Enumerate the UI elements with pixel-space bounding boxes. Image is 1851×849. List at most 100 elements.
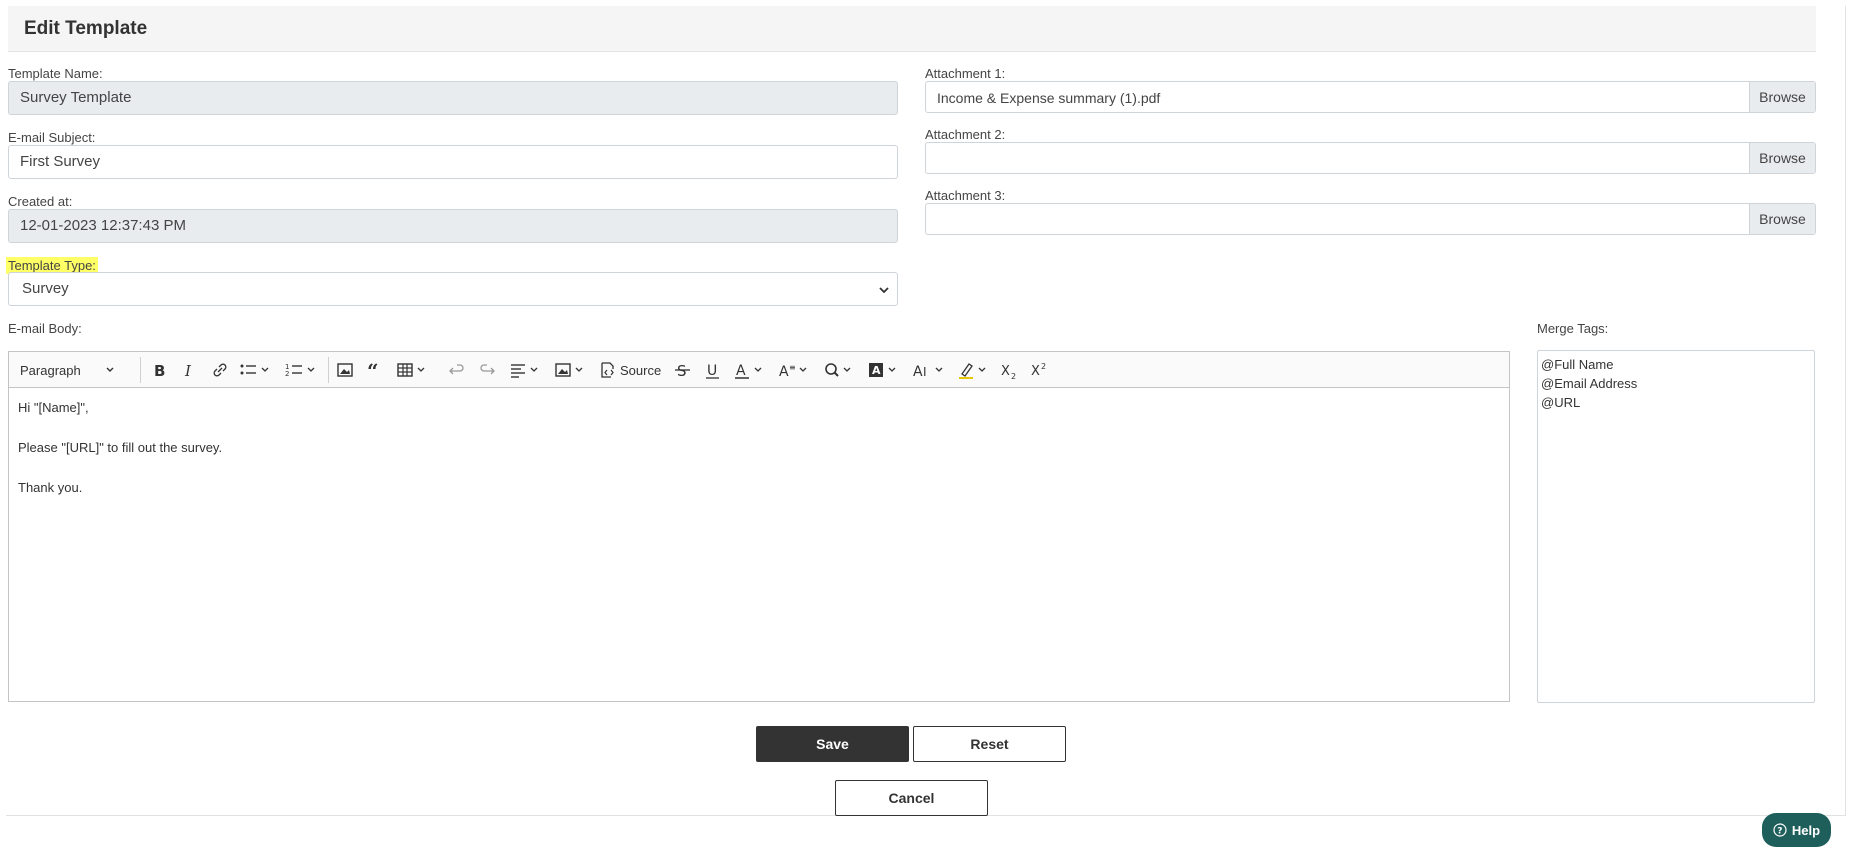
numbered-list-button[interactable]: 1 2 [284,360,318,380]
strikethrough-button[interactable]: S [673,360,693,380]
image-icon [337,363,353,377]
template-type-select[interactable]: Survey [8,272,898,306]
editor-content[interactable]: Hi "[Name]", Please "[URL]" to fill out … [18,398,222,518]
align-left-icon [511,364,538,378]
svg-text:A: A [736,363,746,379]
font-color-button[interactable]: A [733,360,767,380]
svg-text:“: “ [367,360,379,380]
editor-paragraph: Thank you. [18,480,83,495]
quote-icon: “ [367,360,379,380]
template-name-input[interactable]: Survey Template [8,81,898,115]
highlight-button[interactable] [957,360,991,380]
background-color-button[interactable]: A [867,360,901,380]
help-icon: ? [1773,823,1787,837]
undo-button[interactable] [447,360,467,380]
created-at-input[interactable]: 12-01-2023 12:37:43 PM [8,209,898,243]
help-button[interactable]: ? Help [1762,813,1831,847]
email-subject-input[interactable]: First Survey [8,145,898,179]
redo-button[interactable] [477,360,497,380]
text-case-icon: AI [913,364,943,380]
text-case-button[interactable]: AI [912,360,948,380]
superscript-icon: X2 [1031,362,1046,379]
email-body-label: E-mail Body: [8,321,82,336]
svg-text:2: 2 [1011,372,1016,380]
bulleted-list-icon [240,364,269,375]
reset-button[interactable]: Reset [913,726,1066,762]
image-upload-icon [555,363,583,377]
attachment-1-filename: Income & Expense summary (1).pdf [937,90,1161,106]
subscript-icon: X2 [1001,364,1016,380]
created-at-label: Created at: [8,194,73,209]
insert-image-button[interactable] [335,360,355,380]
italic-button[interactable]: I [180,360,200,380]
find-replace-button[interactable] [822,360,856,380]
svg-text:I: I [923,365,927,379]
source-icon [601,362,614,378]
underline-icon: U [706,363,719,379]
merge-tag-item[interactable]: @URL [1541,393,1637,412]
attachment-3-browse-button[interactable]: Browse [1749,204,1815,234]
toolbar-separator [328,357,329,383]
attachment-2-input[interactable]: Browse [925,142,1816,174]
attachment-1-browse-button[interactable]: Browse [1749,82,1815,112]
source-label: Source [620,362,662,378]
link-icon [213,363,227,377]
bulleted-list-button[interactable] [238,360,272,380]
subscript-button[interactable]: X2 [999,360,1021,380]
font-size-button[interactable]: A ≡ [778,360,812,380]
strikethrough-icon: S [675,362,690,380]
svg-text:X: X [1031,364,1040,379]
template-type-value: Survey [22,280,69,297]
heading-dropdown[interactable]: Paragraph [20,360,115,380]
alignment-button[interactable] [509,360,543,380]
superscript-button[interactable]: X2 [1029,360,1051,380]
redo-icon [480,364,495,375]
help-label: Help [1791,822,1821,838]
insert-table-button[interactable] [395,360,429,380]
highlighter-icon [959,363,986,379]
background-color-icon: A [869,363,896,377]
svg-text:A: A [913,364,923,380]
svg-text:A: A [779,364,789,380]
heading-dropdown-value: Paragraph [20,362,81,378]
attachment-2-browse-button[interactable]: Browse [1749,143,1815,173]
font-size-icon: A ≡ [779,363,807,380]
email-subject-label: E-mail Subject: [8,130,96,145]
attachment-1-input[interactable]: Income & Expense summary (1).pdf Browse [925,81,1816,113]
save-button[interactable]: Save [756,726,909,762]
blockquote-button[interactable]: “ [365,360,385,380]
merge-tags-list[interactable]: @Full Name @Email Address @URL [1537,350,1815,703]
svg-text:S: S [677,362,687,380]
svg-text:2: 2 [285,370,289,378]
page-header: Edit Template [8,6,1816,52]
template-name-label: Template Name: [8,66,103,81]
bold-icon: B [154,362,165,380]
attachment-1-label: Attachment 1: [925,66,1006,81]
source-button[interactable]: Source [599,360,661,380]
table-icon [397,363,425,377]
link-button[interactable] [210,360,230,380]
italic-icon: I [184,362,192,380]
attachment-3-label: Attachment 3: [925,188,1006,203]
svg-text:A: A [872,364,881,377]
svg-text:?: ? [1777,827,1782,837]
editor-paragraph: Please "[URL]" to fill out the survey. [18,440,223,455]
toolbar-separator [140,357,141,383]
attachment-3-input[interactable]: Browse [925,203,1816,235]
chevron-down-icon [106,367,114,372]
merge-tags-label: Merge Tags: [1537,321,1609,336]
image-options-button[interactable] [554,360,588,380]
find-icon [825,363,851,377]
svg-text:U: U [707,363,717,379]
bold-button[interactable]: B [150,360,170,380]
svg-text:X: X [1001,364,1010,379]
svg-text:B: B [154,362,165,380]
attachment-2-label: Attachment 2: [925,127,1006,142]
underline-button[interactable]: U [703,360,723,380]
page-title: Edit Template [24,18,148,39]
svg-text:I: I [184,362,192,380]
undo-icon [449,364,464,375]
cancel-button[interactable]: Cancel [835,780,988,816]
merge-tag-item[interactable]: @Email Address [1541,374,1637,393]
merge-tag-item[interactable]: @Full Name [1541,355,1637,374]
